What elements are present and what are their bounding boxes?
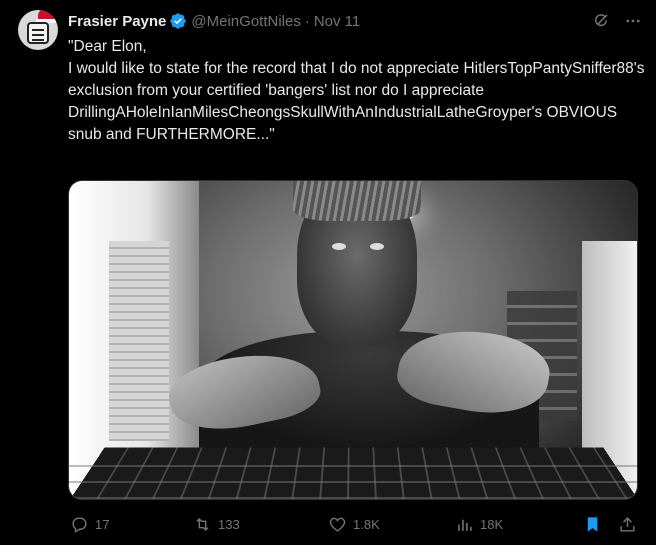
like-button[interactable]: 1.8K xyxy=(328,512,380,536)
grok-icon[interactable] xyxy=(592,12,610,30)
author-name[interactable]: Frasier Payne xyxy=(68,13,166,30)
separator-dot: · xyxy=(304,12,310,30)
repost-icon xyxy=(196,517,209,531)
share-button[interactable] xyxy=(618,512,637,536)
views-button[interactable]: 18K xyxy=(455,512,503,536)
more-icon[interactable] xyxy=(624,12,642,30)
share-icon xyxy=(620,516,635,532)
tweet-header: Frasier Payne @MeinGottNiles · Nov 11 xyxy=(68,10,642,32)
avatar[interactable] xyxy=(18,10,58,50)
image-hair xyxy=(293,181,421,221)
santa-hat-icon xyxy=(36,10,56,23)
action-bar: 17 133 1.8K 18K xyxy=(68,512,648,536)
reply-icon xyxy=(72,516,87,533)
avatar-face xyxy=(27,22,49,44)
header-actions xyxy=(592,10,642,32)
bookmark-icon xyxy=(587,516,598,532)
verified-badge-icon xyxy=(170,13,187,29)
tweet-text: "Dear Elon, I would like to state for th… xyxy=(68,38,645,143)
reply-button[interactable]: 17 xyxy=(70,512,109,536)
views-count: 18K xyxy=(480,516,504,532)
image-key-rows xyxy=(69,451,637,499)
repost-button[interactable]: 133 xyxy=(193,512,240,536)
author-handle[interactable]: @MeinGottNiles xyxy=(191,13,300,30)
like-icon xyxy=(329,517,346,532)
bookmark-button[interactable] xyxy=(583,512,602,536)
reply-count: 17 xyxy=(95,516,110,532)
like-count: 1.8K xyxy=(353,516,380,532)
tweet-image[interactable] xyxy=(68,180,638,500)
tweet-date[interactable]: Nov 11 xyxy=(314,13,360,30)
repost-count: 133 xyxy=(218,516,240,532)
views-icon xyxy=(458,519,472,531)
